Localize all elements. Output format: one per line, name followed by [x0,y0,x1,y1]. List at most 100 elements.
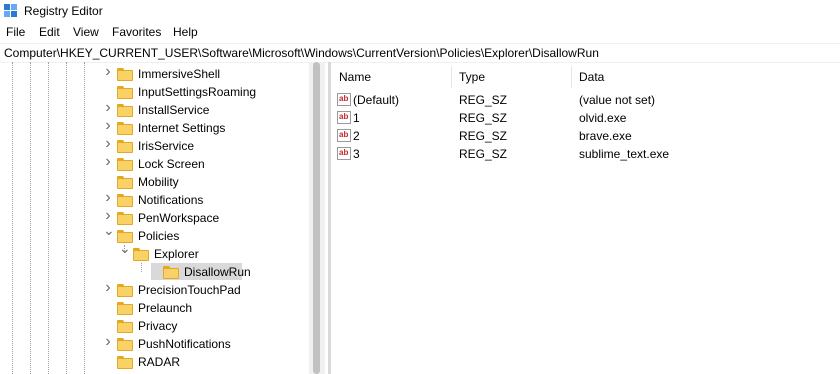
tree-item-label: Privacy [138,319,178,333]
value-type: REG_SZ [459,129,508,143]
registry-tree[interactable]: › ImmersiveShell InputSettingsRoaming › Inst… [0,62,328,374]
folder-icon [117,302,133,315]
tree-item[interactable]: Mobility [0,173,309,191]
tree-item-label: InstallService [138,103,210,117]
tree-scrollbar[interactable] [309,62,325,374]
tree-item-label: Prelaunch [138,301,193,315]
string-value-icon: ab [337,129,351,142]
title-bar: Registry Editor [0,0,840,22]
tree-item-label: Internet Settings [138,121,226,135]
menu-favorites[interactable]: Favorites [112,25,161,39]
folder-icon [117,338,133,351]
value-row[interactable]: ab 2 REG_SZ brave.exe [331,127,840,145]
tree-item[interactable]: ⌄ Explorer [0,241,309,263]
tree-item[interactable]: › PrecisionTouchPad [0,280,309,299]
tree-item-label: PushNotifications [138,337,231,351]
tree-item[interactable]: InputSettingsRoaming [0,83,309,101]
tree-item-label: IrisService [138,139,195,153]
tree-item-label: DisallowRun [184,265,251,279]
value-type: REG_SZ [459,93,508,107]
folder-icon [163,266,179,279]
chevron-down-icon[interactable]: ⌄ [119,241,131,255]
chevron-right-icon[interactable]: › [103,334,113,350]
value-row[interactable]: ab (Default) REG_SZ (value not set) [331,91,840,109]
tree-item[interactable]: Prelaunch [0,299,309,317]
tree-item[interactable]: Privacy [0,317,309,335]
string-value-icon: ab [337,147,351,160]
tree-item[interactable]: › PushNotifications [0,334,309,353]
chevron-down-icon[interactable]: ⌄ [103,223,115,237]
chevron-right-icon[interactable]: › [103,100,113,116]
folder-icon [117,104,133,117]
folder-icon [117,86,133,99]
tree-item[interactable]: › ImmersiveShell [0,64,309,83]
folder-icon [117,176,133,189]
chevron-right-icon[interactable]: › [103,64,113,80]
value-data: brave.exe [579,129,632,143]
values-list[interactable]: Name Type Data ab (Default) REG_SZ (value n… [331,62,840,374]
folder-icon [117,140,133,153]
value-name: 1 [353,111,360,125]
address-path[interactable]: Computer\HKEY_CURRENT_USER\Software\Micr… [4,46,599,60]
tree-item-label: Explorer [154,247,199,261]
chevron-right-icon[interactable]: › [103,154,113,170]
column-header-data[interactable]: Data [579,70,604,84]
folder-icon [117,212,133,225]
chevron-right-icon[interactable]: › [103,136,113,152]
value-row[interactable]: ab 3 REG_SZ sublime_text.exe [331,145,840,163]
folder-icon [117,68,133,81]
folder-icon [117,284,133,297]
tree-item-label: PenWorkspace [138,211,220,225]
tree-item[interactable]: › InstallService [0,100,309,119]
column-header-name[interactable]: Name [339,70,371,84]
value-data: olvid.exe [579,111,627,125]
tree-item-label: ImmersiveShell [138,67,221,81]
tree-item-label: InputSettingsRoaming [138,85,257,99]
value-data: (value not set) [579,93,656,107]
menu-bar: File Edit View Favorites Help [0,22,840,42]
registry-editor-icon [4,4,17,17]
tree-item[interactable]: › Notifications [0,190,309,209]
string-value-icon: ab [337,93,351,106]
folder-icon [117,194,133,207]
chevron-right-icon[interactable]: › [103,118,113,134]
value-type: REG_SZ [459,111,508,125]
menu-edit[interactable]: Edit [39,25,60,39]
window-title: Registry Editor [24,4,103,18]
value-name: (Default) [353,93,400,107]
tree-scrollbar-thumb[interactable] [313,62,320,374]
tree-item[interactable]: DisallowRun [0,263,309,281]
column-separator[interactable] [451,66,452,88]
tree-item-label: PrecisionTouchPad [138,283,241,297]
menu-file[interactable]: File [6,25,25,39]
tree-item-label: Policies [138,229,180,243]
chevron-right-icon[interactable]: › [103,190,113,206]
folder-icon [117,320,133,333]
tree-item[interactable]: › Lock Screen [0,154,309,173]
tree-item-label: Lock Screen [138,157,205,171]
value-row[interactable]: ab 1 REG_SZ olvid.exe [331,109,840,127]
tree-item[interactable]: › PenWorkspace [0,208,309,227]
value-name: 2 [353,129,360,143]
column-separator[interactable] [571,66,572,88]
folder-icon [117,158,133,171]
folder-icon [117,356,133,369]
address-bar[interactable]: Computer\HKEY_CURRENT_USER\Software\Micr… [0,43,840,63]
tree-item-label: Notifications [138,193,204,207]
column-header-type[interactable]: Type [459,70,485,84]
chevron-right-icon[interactable]: › [103,280,113,296]
value-type: REG_SZ [459,147,508,161]
folder-icon [117,122,133,135]
menu-view[interactable]: View [73,25,99,39]
tree-item[interactable]: › Internet Settings [0,118,309,137]
chevron-right-icon[interactable]: › [103,208,113,224]
tree-item-label: Mobility [138,175,179,189]
menu-help[interactable]: Help [173,25,198,39]
tree-item[interactable]: › IrisService [0,136,309,155]
tree-item[interactable]: RADAR [0,353,309,371]
tree-item[interactable]: ⌄ Policies [0,223,309,245]
folder-icon [133,248,149,261]
tree-item-label: RADAR [138,355,181,369]
string-value-icon: ab [337,111,351,124]
value-data: sublime_text.exe [579,147,670,161]
